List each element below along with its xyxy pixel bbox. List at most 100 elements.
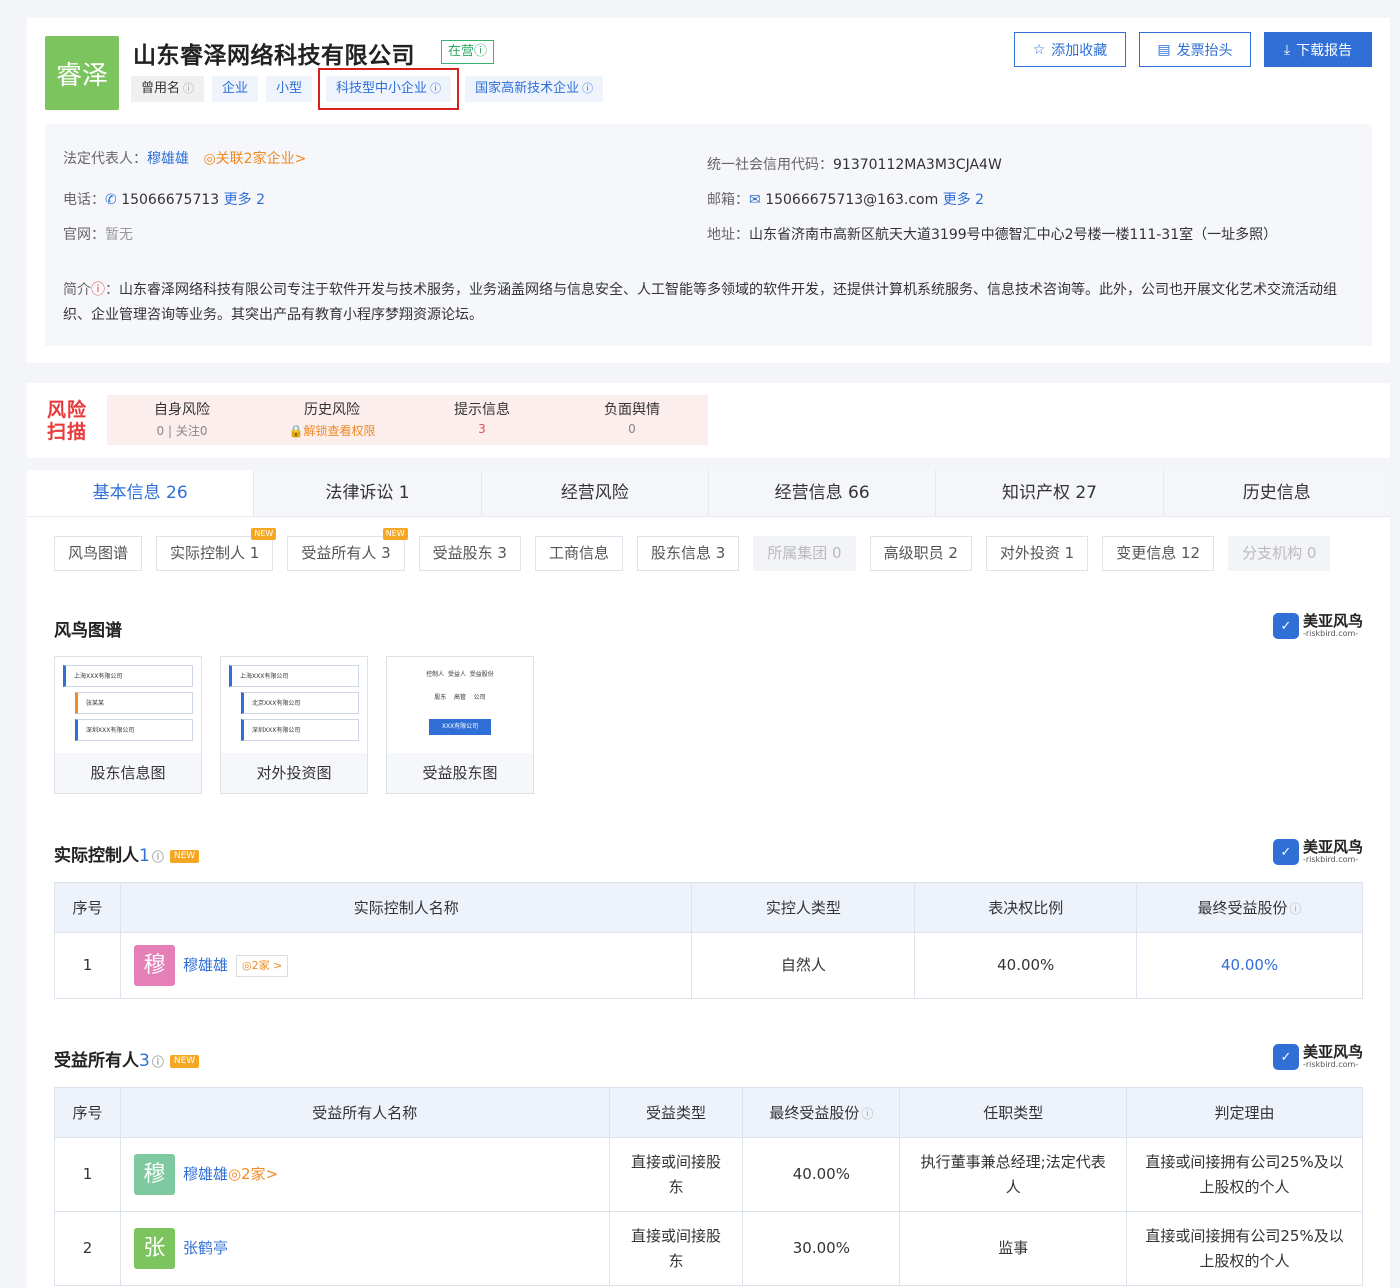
- mini-node: 深圳XXX有限公司: [75, 719, 193, 741]
- info-icon: ⓘ: [183, 82, 195, 95]
- download-report-button[interactable]: ⤓ 下载报告: [1264, 32, 1372, 67]
- add-favorite-button[interactable]: ☆ 添加收藏: [1014, 32, 1126, 67]
- info-icon: ⓘ: [430, 82, 442, 95]
- phone-more-link[interactable]: 更多 2: [224, 192, 265, 208]
- person-link[interactable]: 张鹤亭: [183, 1239, 228, 1257]
- risk-value: 🔒解锁查看权限: [257, 422, 407, 439]
- tag-former-name[interactable]: 曾用名 ⓘ: [131, 76, 205, 102]
- email-row: 邮箱：✉ 15066675713@163.com 更多 2: [707, 189, 984, 209]
- related-chip[interactable]: ◎2家 >: [235, 954, 289, 977]
- subtab-changes[interactable]: 变更信息 12: [1102, 536, 1215, 571]
- final-share: 30.00%: [742, 1211, 901, 1286]
- label: 官网：: [63, 227, 105, 243]
- column-header: 最终受益股份 ⓘ: [742, 1087, 901, 1138]
- risk-item-self[interactable]: 自身风险 0 | 关注0: [107, 395, 257, 445]
- risk-item-hints[interactable]: 提示信息 3: [407, 395, 557, 445]
- link-icon: ◎: [203, 151, 216, 167]
- risk-value: 3: [478, 422, 486, 436]
- tab-history[interactable]: 历史信息: [1164, 470, 1390, 516]
- label: 法定代表人：: [63, 151, 147, 167]
- tab-operating-info[interactable]: 经营信息 66: [709, 470, 937, 516]
- related-link[interactable]: ◎2家>: [228, 1165, 278, 1183]
- row-index: 2: [54, 1211, 121, 1286]
- mini-node: 北京XXX有限公司: [241, 692, 359, 714]
- tag-tech-sme[interactable]: 科技型中小企业 ⓘ: [318, 68, 460, 110]
- email-more-link[interactable]: 更多 2: [943, 192, 984, 208]
- graph-card-beneficial[interactable]: 控制人 受益人 受益股份 股东 高管 公司 XXX有限公司 受益股东图: [386, 656, 534, 794]
- new-badge: NEW: [169, 849, 200, 863]
- invoice-header-button[interactable]: ▤ 发票抬头: [1139, 32, 1251, 67]
- risk-logo-line: 扫描: [47, 421, 88, 443]
- section-title-text: 实际控制人: [54, 846, 139, 866]
- header-text: 最终受益股份: [769, 1104, 860, 1122]
- beneficiary-table: 序号 受益所有人名称 受益类型 最终受益股份 ⓘ 任职类型 判定理由 1 穆穆雄雄…: [54, 1087, 1363, 1286]
- role-type: 执行董事兼总经理;法定代表人: [899, 1137, 1128, 1212]
- final-share-link[interactable]: 40.00%: [1136, 932, 1363, 999]
- legal-rep-row: 法定代表人：穆雄雄 ◎关联2家企业>: [63, 148, 306, 168]
- risk-value: 0: [628, 422, 636, 436]
- address-row: 地址：山东省济南市高新区航天大道3199号中德智汇中心2号楼一楼111-31室（…: [707, 224, 1277, 244]
- reason: 直接或间接拥有公司25%及以上股权的个人: [1126, 1211, 1363, 1286]
- graph-card-caption: 对外投资图: [221, 753, 367, 793]
- controller-type: 自然人: [691, 932, 916, 999]
- tag-label: 国家高新技术企业: [475, 81, 580, 96]
- company-name: 山东睿泽网络科技有限公司: [133, 43, 415, 69]
- risk-item-negative[interactable]: 负面舆情 0: [557, 395, 707, 445]
- subtab-business-info[interactable]: 工商信息: [534, 536, 623, 571]
- brand-sub: -riskbird.com-: [1302, 628, 1359, 638]
- subtab-investments[interactable]: 对外投资 1: [985, 536, 1089, 571]
- tag-enterprise[interactable]: 企业: [212, 76, 259, 102]
- subtab-controller[interactable]: 实际控制人 1 NEW: [156, 528, 277, 571]
- subtab-label: 变更信息 12: [1116, 544, 1201, 562]
- related-companies-link[interactable]: ◎关联2家企业>: [203, 151, 306, 167]
- header-text: 最终受益股份: [1197, 899, 1288, 917]
- risk-logo-line: 风险: [47, 399, 88, 421]
- benefit-type: 直接或间接股东: [608, 1211, 744, 1286]
- lock-icon: 🔒: [288, 424, 304, 438]
- graph-card-investments[interactable]: 上海XXX有限公司 北京XXX有限公司 深圳XXX有限公司 对外投资图: [220, 656, 368, 794]
- table-row: 2 张张鹤亭 直接或间接股东 30.00% 监事 直接或间接拥有公司25%及以上…: [54, 1211, 1363, 1286]
- tab-ip[interactable]: 知识产权 27: [936, 470, 1164, 516]
- final-share: 40.00%: [742, 1137, 901, 1212]
- tab-litigation[interactable]: 法律诉讼 1: [254, 470, 482, 516]
- beneficiary-name-cell: 张张鹤亭: [119, 1211, 610, 1286]
- column-header: 任职类型: [899, 1087, 1128, 1138]
- label: 地址：: [707, 227, 749, 243]
- tab-operating-risk[interactable]: 经营风险: [482, 470, 709, 516]
- riskbird-brand: ✓ 美亚风鸟 -riskbird.com-: [1272, 839, 1363, 865]
- star-icon: ☆: [1032, 41, 1046, 58]
- brand-name: 美亚风鸟: [1302, 611, 1363, 630]
- button-label: 发票抬头: [1176, 42, 1233, 59]
- shield-icon: ✓: [1272, 613, 1299, 639]
- subtab-beneficial-shareholder[interactable]: 受益股东 3: [418, 536, 521, 571]
- label: 邮箱：: [707, 192, 749, 208]
- subtab-label: 对外投资 1: [999, 544, 1075, 562]
- tab-basic-info[interactable]: 基本信息 26: [27, 470, 255, 516]
- tag-small[interactable]: 小型: [266, 76, 313, 102]
- subtab-graph[interactable]: 风鸟图谱: [54, 536, 143, 571]
- column-header: 表决权比例: [914, 882, 1138, 933]
- risk-title: 提示信息: [454, 402, 510, 418]
- person-link[interactable]: 穆雄雄: [183, 1165, 228, 1183]
- graph-section-title: 风鸟图谱: [54, 621, 122, 641]
- mini-node: 张某某: [75, 692, 193, 714]
- brand-name: 美亚风鸟: [1302, 1042, 1363, 1061]
- graph-card-caption: 受益股东图: [387, 753, 533, 793]
- subtab-label: 所属集团 0: [767, 544, 842, 562]
- mini-node: 上海XXX有限公司: [229, 665, 359, 687]
- subtab-shareholders[interactable]: 股东信息 3: [636, 536, 740, 571]
- legal-rep-link[interactable]: 穆雄雄: [147, 151, 189, 167]
- graph-card-shareholders[interactable]: 上海XXX有限公司 张某某 深圳XXX有限公司 股东信息图: [54, 656, 202, 794]
- tag-high-tech[interactable]: 国家高新技术企业 ⓘ: [465, 76, 604, 102]
- reason: 直接或间接拥有公司25%及以上股权的个人: [1126, 1137, 1363, 1212]
- subtab-beneficiary[interactable]: 受益所有人 3 NEW: [287, 528, 408, 571]
- subtab-executives[interactable]: 高级职员 2: [869, 536, 972, 571]
- label: 电话：: [63, 192, 105, 208]
- risk-item-history[interactable]: 历史风险 🔒解锁查看权限: [257, 395, 407, 445]
- mini-header: 股东 高管 公司: [434, 694, 486, 701]
- main-tabs: 基本信息 26 法律诉讼 1 经营风险 经营信息 66 知识产权 27 历史信息: [27, 470, 1390, 517]
- person-link[interactable]: 穆雄雄: [183, 956, 228, 974]
- label: 统一社会信用代码：: [707, 157, 833, 173]
- riskbird-brand: ✓ 美亚风鸟 -riskbird.com-: [1272, 1042, 1363, 1070]
- benefit-type: 直接或间接股东: [608, 1137, 744, 1212]
